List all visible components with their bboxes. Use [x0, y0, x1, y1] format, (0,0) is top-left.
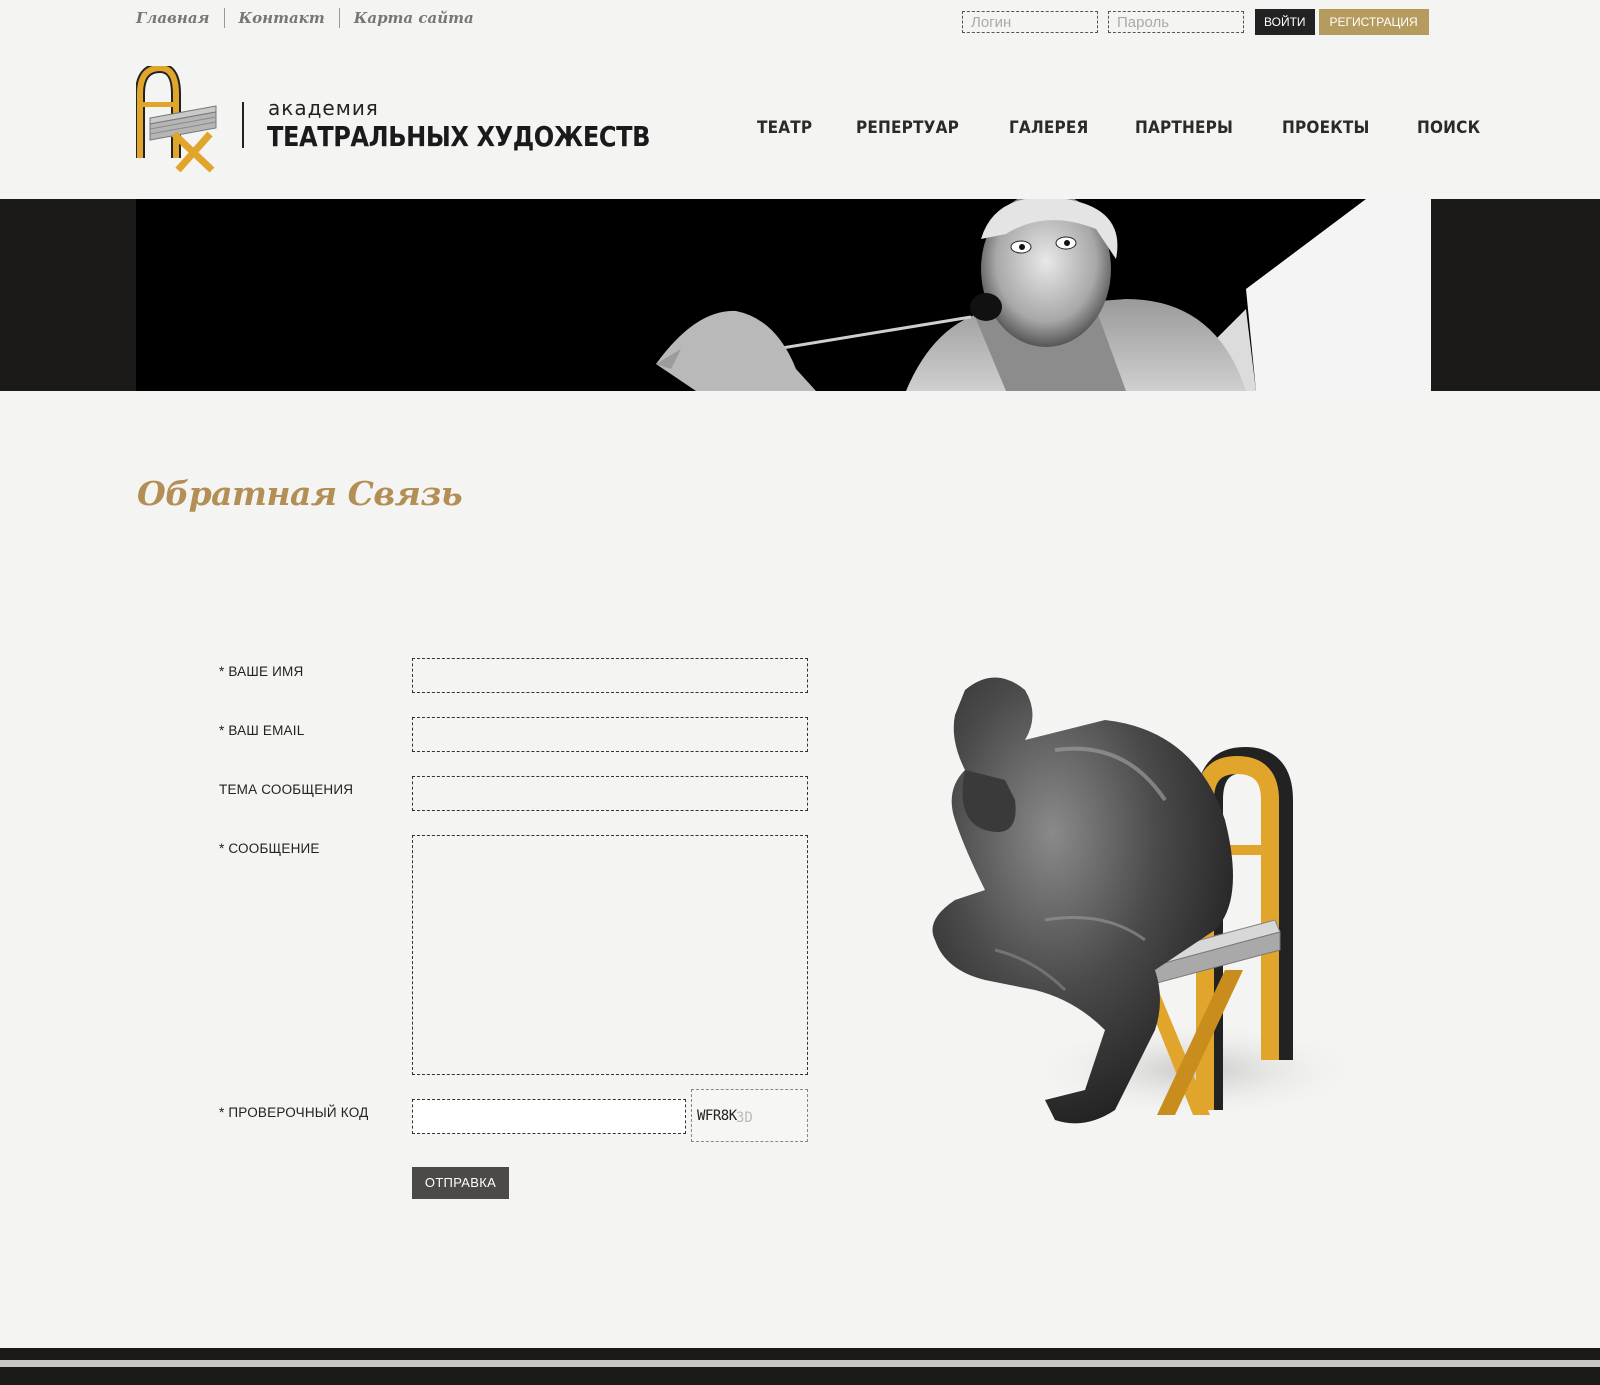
captcha-code: WFR8K [697, 1108, 737, 1124]
hero-banner [136, 199, 1431, 391]
nav-item-theatre[interactable]: ТЕАТР [757, 118, 812, 138]
top-link-contact[interactable]: Контакт [223, 8, 339, 28]
thinker-chair-illustration [932, 677, 1365, 1124]
login-button[interactable]: ВОЙТИ [1255, 9, 1315, 35]
register-button[interactable]: РЕГИСТРАЦИЯ [1318, 9, 1429, 35]
nav-item-search[interactable]: ПОИСК [1417, 118, 1480, 138]
captcha-label: * ПРОВЕРОЧНЫЙ КОД [219, 1105, 369, 1120]
main-nav: ТЕАТР РЕПЕРТУАР ГАЛЕРЕЯ ПАРТНЕРЫ ПРОЕКТЫ… [757, 118, 1526, 138]
name-label: * ВАШЕ ИМЯ [219, 664, 304, 679]
logo-text-big: ТЕАТРАЛЬНЫХ ХУДОЖЕСТВ [267, 120, 651, 153]
top-links: Главная Контакт Карта сайта [136, 8, 488, 28]
nav-item-gallery[interactable]: ГАЛЕРЕЯ [1009, 118, 1088, 138]
message-textarea[interactable] [412, 835, 808, 1075]
email-input[interactable] [412, 717, 808, 752]
page-title: Обратная Связь [137, 474, 463, 513]
logo-divider [242, 102, 244, 148]
chair-logo-icon [136, 66, 217, 173]
captcha-noise: 3D [736, 1110, 753, 1126]
nav-item-partners[interactable]: ПАРТНЕРЫ [1135, 118, 1233, 138]
submit-button[interactable]: ОТПРАВКА [412, 1167, 509, 1199]
name-input[interactable] [412, 658, 808, 693]
captcha-image: 3D WFR8K [691, 1089, 808, 1142]
footer-divider [0, 1360, 1600, 1367]
top-link-home[interactable]: Главная [136, 8, 224, 28]
banner-photo-image [136, 199, 1431, 391]
nav-item-projects[interactable]: ПРОЕКТЫ [1282, 118, 1370, 138]
site-logo[interactable]: академия ТЕАТРАЛЬНЫХ ХУДОЖЕСТВ [136, 66, 650, 176]
logo-text-small: академия [268, 96, 379, 120]
message-label: * СООБЩЕНИЕ [219, 841, 320, 856]
subject-label: ТЕМА СООБЩЕНИЯ [219, 782, 354, 797]
email-label: * ВАШ EMAIL [219, 723, 305, 738]
password-input[interactable] [1108, 11, 1244, 33]
top-link-sitemap[interactable]: Карта сайта [338, 8, 488, 28]
auth-bar: ВОЙТИ РЕГИСТРАЦИЯ [962, 9, 1429, 35]
login-input[interactable] [962, 11, 1098, 33]
nav-item-repertoire[interactable]: РЕПЕРТУАР [856, 118, 959, 138]
subject-input[interactable] [412, 776, 808, 811]
captcha-input[interactable] [412, 1099, 686, 1134]
